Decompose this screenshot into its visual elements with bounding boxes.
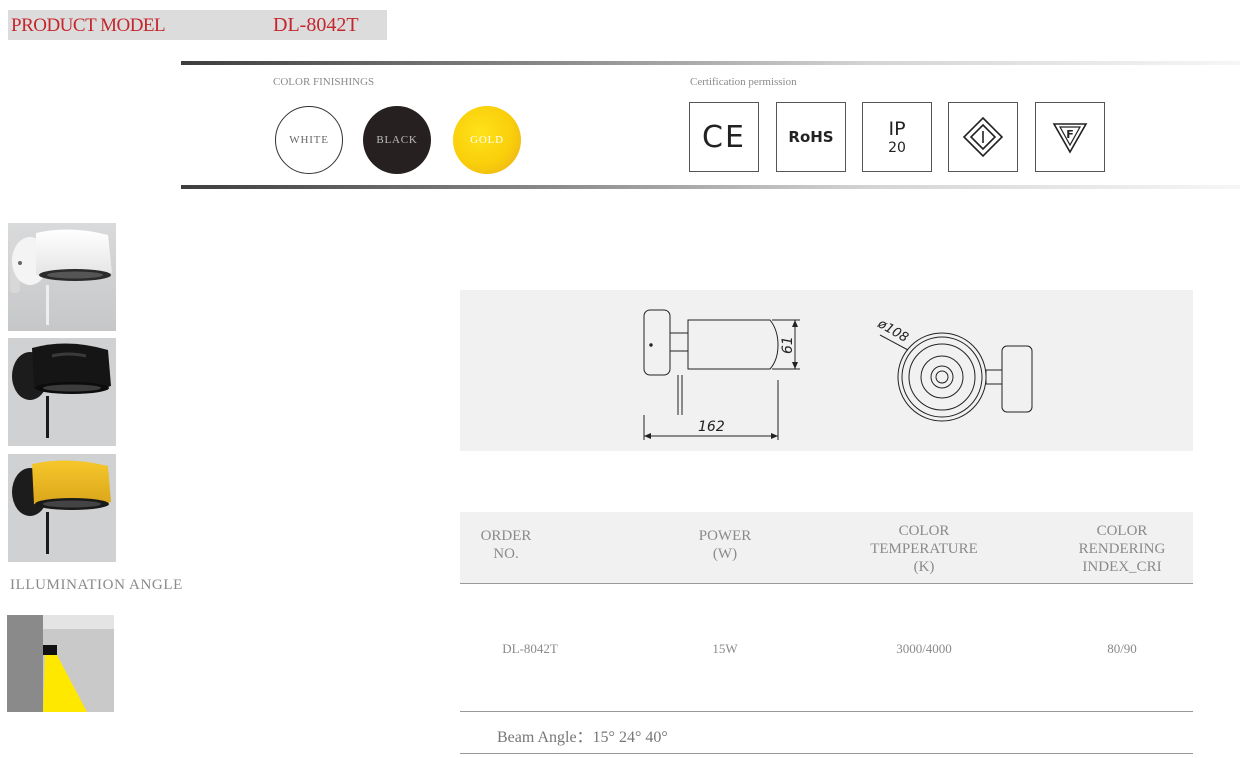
product-photo-black	[8, 338, 116, 446]
swatch-black: BLACK	[363, 106, 431, 174]
cell-cri: 80/90	[1107, 641, 1137, 656]
product-photo-white	[8, 223, 116, 331]
swatch-gold: GOLD	[453, 106, 521, 174]
beam-angle-text: Beam Angle：15° 24° 40°	[497, 729, 668, 746]
f-mark-icon: F	[1035, 102, 1105, 172]
illumination-angle-diagram	[7, 615, 114, 712]
cell-color-temperature: 3000/4000	[896, 641, 952, 656]
rohs-mark-text: RoHS	[788, 128, 834, 146]
dimension-drawing: 61 162 ø108	[460, 290, 1193, 451]
header-color-temperature: COLOR TEMPERATURE (K)	[870, 523, 978, 575]
svg-text:F: F	[1066, 128, 1074, 141]
color-finishings-label: COLOR FINISHINGS	[273, 76, 375, 88]
header-order-no: ORDER NO.	[480, 528, 532, 562]
top-divider	[181, 61, 1240, 65]
bottom-divider	[181, 185, 1240, 189]
height-dimension: 61	[780, 336, 796, 354]
swatch-gold-label: GOLD	[470, 134, 504, 146]
product-model-value: DL-8042T	[273, 14, 359, 36]
header-cri: COLOR RENDERING INDEX_CRI	[1078, 523, 1166, 575]
class-ii-icon	[948, 102, 1018, 172]
swatch-white-label: WHITE	[289, 134, 329, 146]
rohs-mark-icon: RoHS	[776, 102, 846, 172]
header-power: POWER (W)	[698, 528, 752, 562]
ip-rating-text: 20	[888, 139, 906, 156]
cell-order-no: DL-8042T	[502, 641, 558, 656]
ip-text: IP	[888, 117, 906, 140]
f-mark-icon-svg: F	[1052, 123, 1088, 154]
table-header-rule	[460, 583, 1193, 584]
table-bottom-rule	[460, 753, 1193, 754]
class-ii-icon-svg	[962, 116, 1004, 158]
swatch-black-label: BLACK	[376, 134, 418, 146]
ce-mark-icon: CE	[689, 102, 759, 172]
cell-power: 15W	[712, 641, 738, 656]
ip20-mark-icon: IP 20	[862, 102, 932, 172]
illumination-angle-label: ILLUMINATION ANGLE	[10, 577, 183, 593]
product-photo-gold	[8, 454, 116, 562]
ce-mark-text: CE	[702, 119, 746, 155]
product-model-label: PRODUCT MODEL	[11, 15, 166, 36]
certification-label: Certification permission	[690, 76, 797, 88]
table-row-rule	[460, 711, 1193, 712]
swatch-white: WHITE	[275, 106, 343, 174]
width-dimension: 162	[698, 419, 725, 435]
